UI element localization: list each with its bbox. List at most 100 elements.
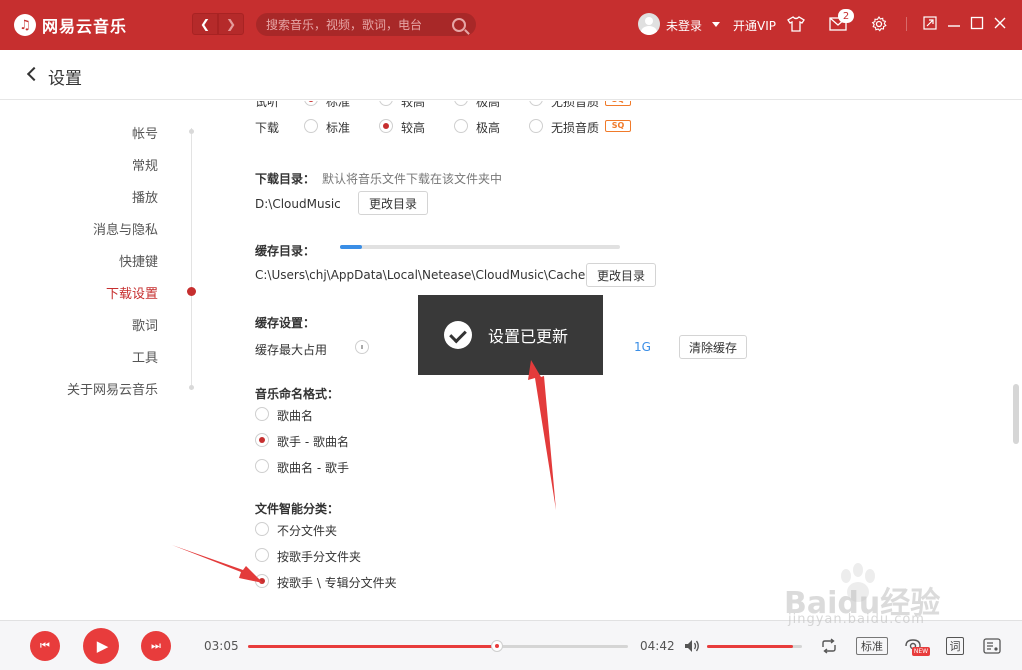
classify-option-label: 按歌手分文件夹: [277, 550, 362, 564]
menu-timeline: [191, 128, 192, 390]
close-icon: [994, 17, 1006, 29]
login-link[interactable]: 未登录: [666, 17, 702, 34]
back-button[interactable]: ❮: [192, 13, 218, 35]
sq-badge: SQ: [605, 120, 631, 132]
next-track-button[interactable]: ⏭: [141, 631, 171, 661]
naming-radio-song[interactable]: [255, 407, 269, 421]
current-time: 03:05: [204, 639, 239, 653]
playback-progress-fill: [248, 645, 497, 648]
maximize-button[interactable]: [969, 15, 985, 31]
cache-settings-title: 缓存设置：: [255, 316, 316, 330]
trial-option-label: 标准: [326, 101, 351, 109]
sq-badge: SQ: [605, 101, 631, 106]
previous-track-button[interactable]: ⏮: [30, 631, 60, 661]
trial-radio-higher[interactable]: [379, 101, 393, 106]
menu-item-privacy[interactable]: 消息与隐私: [93, 219, 158, 238]
naming-option-label: 歌曲名: [277, 409, 314, 423]
cache-dir-path: C:\Users\chj\AppData\Local\Netease\Cloud…: [255, 268, 586, 282]
playback-progress-handle[interactable]: [490, 640, 503, 652]
close-button[interactable]: [992, 15, 1008, 31]
trial-option-label: 较高: [401, 101, 426, 109]
download-quality-label: 下载: [255, 121, 280, 135]
download-radio-standard[interactable]: [304, 119, 318, 133]
app-logo[interactable]: ♫ 网易云音乐: [14, 13, 127, 37]
content-scrollbar[interactable]: [1013, 384, 1019, 444]
download-dir-title: 下载目录：: [255, 172, 316, 186]
cache-max-label: 缓存最大占用: [255, 343, 328, 357]
open-vip-link[interactable]: 开通VIP: [733, 17, 776, 34]
menu-item-lyrics[interactable]: 歌词: [132, 315, 158, 334]
clear-cache-button[interactable]: 清除缓存: [679, 335, 747, 359]
download-dir-description: 默认将音乐文件下载在该文件夹中: [322, 172, 503, 186]
trial-radio-lossless[interactable]: [529, 101, 543, 106]
chevron-left-icon: ❮: [199, 17, 211, 31]
avatar[interactable]: [638, 13, 660, 35]
history-nav: ❮ ❯: [192, 13, 244, 35]
naming-format-title: 音乐命名格式：: [255, 387, 340, 401]
search-icon[interactable]: [452, 17, 466, 32]
sound-quality-button[interactable]: 标准: [856, 637, 888, 655]
naming-option-label: 歌曲名 - 歌手: [277, 461, 349, 475]
caret-down-icon[interactable]: [712, 22, 720, 27]
menu-item-tools[interactable]: 工具: [132, 347, 158, 366]
naming-radio-artist-song[interactable]: [255, 433, 269, 447]
maximize-icon: [970, 16, 984, 30]
trial-radio-standard[interactable]: [304, 101, 318, 106]
trial-radio-extreme[interactable]: [454, 101, 468, 106]
menu-active-dot: [187, 287, 196, 296]
app-name: 网易云音乐: [42, 17, 128, 36]
minimize-icon: [948, 25, 960, 27]
classify-radio-artist-album[interactable]: [255, 574, 269, 588]
naming-radio-song-artist[interactable]: [255, 459, 269, 473]
classify-option-label: 按歌手 \ 专辑分文件夹: [277, 576, 397, 590]
menu-item-playback[interactable]: 播放: [132, 187, 158, 206]
mail-count-badge: 2: [838, 9, 854, 23]
loop-icon: [822, 638, 836, 654]
download-radio-higher[interactable]: [379, 119, 393, 133]
netease-logo-icon: ♫: [14, 14, 36, 36]
forward-button[interactable]: ❯: [218, 13, 244, 35]
classify-radio-artist[interactable]: [255, 548, 269, 562]
playlist-button[interactable]: [982, 636, 1002, 656]
menu-item-download[interactable]: 下载设置: [106, 283, 158, 302]
play-button[interactable]: ▶: [83, 628, 119, 664]
cache-size-slider-fill: [340, 245, 363, 249]
settings-button[interactable]: [869, 14, 889, 34]
mini-mode-button[interactable]: [922, 15, 938, 31]
volume-slider[interactable]: [707, 645, 802, 648]
page-title: 设置: [48, 69, 82, 89]
search-box[interactable]: [256, 13, 476, 36]
new-badge: NEW: [912, 647, 930, 656]
menu-dot: [189, 385, 194, 390]
change-download-dir-button[interactable]: 更改目录: [358, 191, 428, 215]
change-cache-dir-button[interactable]: 更改目录: [586, 263, 656, 287]
loop-mode-button[interactable]: [819, 636, 839, 656]
skip-next-icon: ⏭: [151, 639, 161, 652]
trial-option-label: 极高: [476, 101, 501, 109]
cache-dir-title: 缓存目录：: [255, 244, 316, 258]
settings-updated-toast: 设置已更新: [418, 295, 603, 375]
playback-progress-bar[interactable]: [248, 645, 628, 648]
menu-item-account[interactable]: 帐号: [132, 123, 158, 142]
skin-button[interactable]: [786, 14, 806, 34]
lyrics-toggle-button[interactable]: 词: [946, 637, 964, 655]
volume-button[interactable]: [683, 637, 701, 655]
cache-size-slider-handle[interactable]: [355, 340, 370, 354]
menu-item-shortcuts[interactable]: 快捷键: [119, 251, 158, 270]
tshirt-icon: [787, 16, 805, 32]
menu-item-about[interactable]: 关于网易云音乐: [67, 379, 158, 398]
total-time: 04:42: [640, 639, 675, 653]
search-input[interactable]: [266, 17, 452, 32]
page-header: [0, 50, 1022, 100]
classify-radio-none[interactable]: [255, 522, 269, 536]
volume-slider-fill: [707, 645, 793, 648]
volume-icon: [685, 640, 699, 652]
menu-item-general[interactable]: 常规: [132, 155, 158, 174]
playlist-icon: [983, 638, 1001, 654]
download-radio-lossless[interactable]: [529, 119, 543, 133]
naming-option-label: 歌手 - 歌曲名: [277, 435, 349, 449]
download-option-label: 极高: [476, 121, 501, 135]
minimize-button[interactable]: [946, 15, 962, 31]
cache-size-slider[interactable]: [340, 245, 620, 249]
download-radio-extreme[interactable]: [454, 119, 468, 133]
